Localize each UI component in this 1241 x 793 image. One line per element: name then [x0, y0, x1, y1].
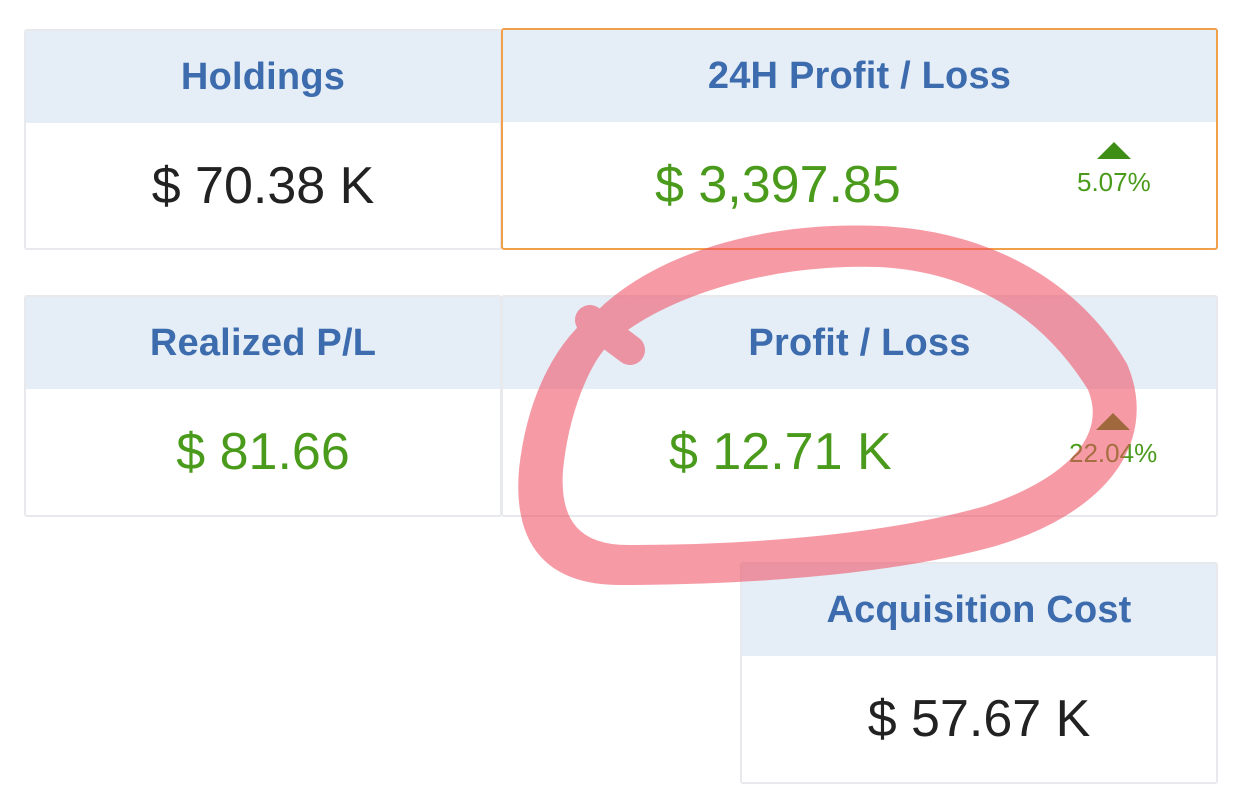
- up-arrow-icon: [1096, 142, 1131, 159]
- acquisition-cost-value: $ 57.67 K: [867, 690, 1091, 748]
- pl-24h-card[interactable]: 24H Profit / Loss $ 3,397.85 5.07%: [501, 28, 1218, 250]
- profit-loss-change-percent: 22.04%: [1069, 438, 1158, 468]
- portfolio-stats: Holdings $ 70.38 K 24H Profit / Loss $ 3…: [0, 0, 1241, 793]
- acquisition-cost-card[interactable]: Acquisition Cost $ 57.67 K: [740, 562, 1218, 784]
- profit-loss-card[interactable]: Profit / Loss $ 12.71 K 22.04%: [501, 295, 1218, 517]
- profit-loss-change: 22.04%: [1069, 413, 1157, 469]
- pl-24h-value: $ 3,397.85: [655, 156, 901, 214]
- realized-pl-title: Realized P/L: [26, 297, 500, 389]
- holdings-card[interactable]: Holdings $ 70.38 K: [24, 29, 502, 250]
- realized-pl-card[interactable]: Realized P/L $ 81.66: [24, 295, 502, 517]
- profit-loss-value: $ 12.71 K: [669, 423, 892, 481]
- pl-24h-change: 5.07%: [1077, 142, 1151, 198]
- profit-loss-title: Profit / Loss: [503, 297, 1216, 389]
- up-arrow-icon: [1096, 413, 1131, 430]
- holdings-value: $ 70.38 K: [151, 156, 375, 215]
- pl-24h-change-percent: 5.07%: [1077, 167, 1151, 197]
- holdings-title: Holdings: [26, 31, 500, 123]
- pl-24h-title: 24H Profit / Loss: [503, 30, 1216, 122]
- acquisition-cost-title: Acquisition Cost: [742, 564, 1216, 656]
- realized-pl-value: $ 81.66: [176, 423, 350, 481]
